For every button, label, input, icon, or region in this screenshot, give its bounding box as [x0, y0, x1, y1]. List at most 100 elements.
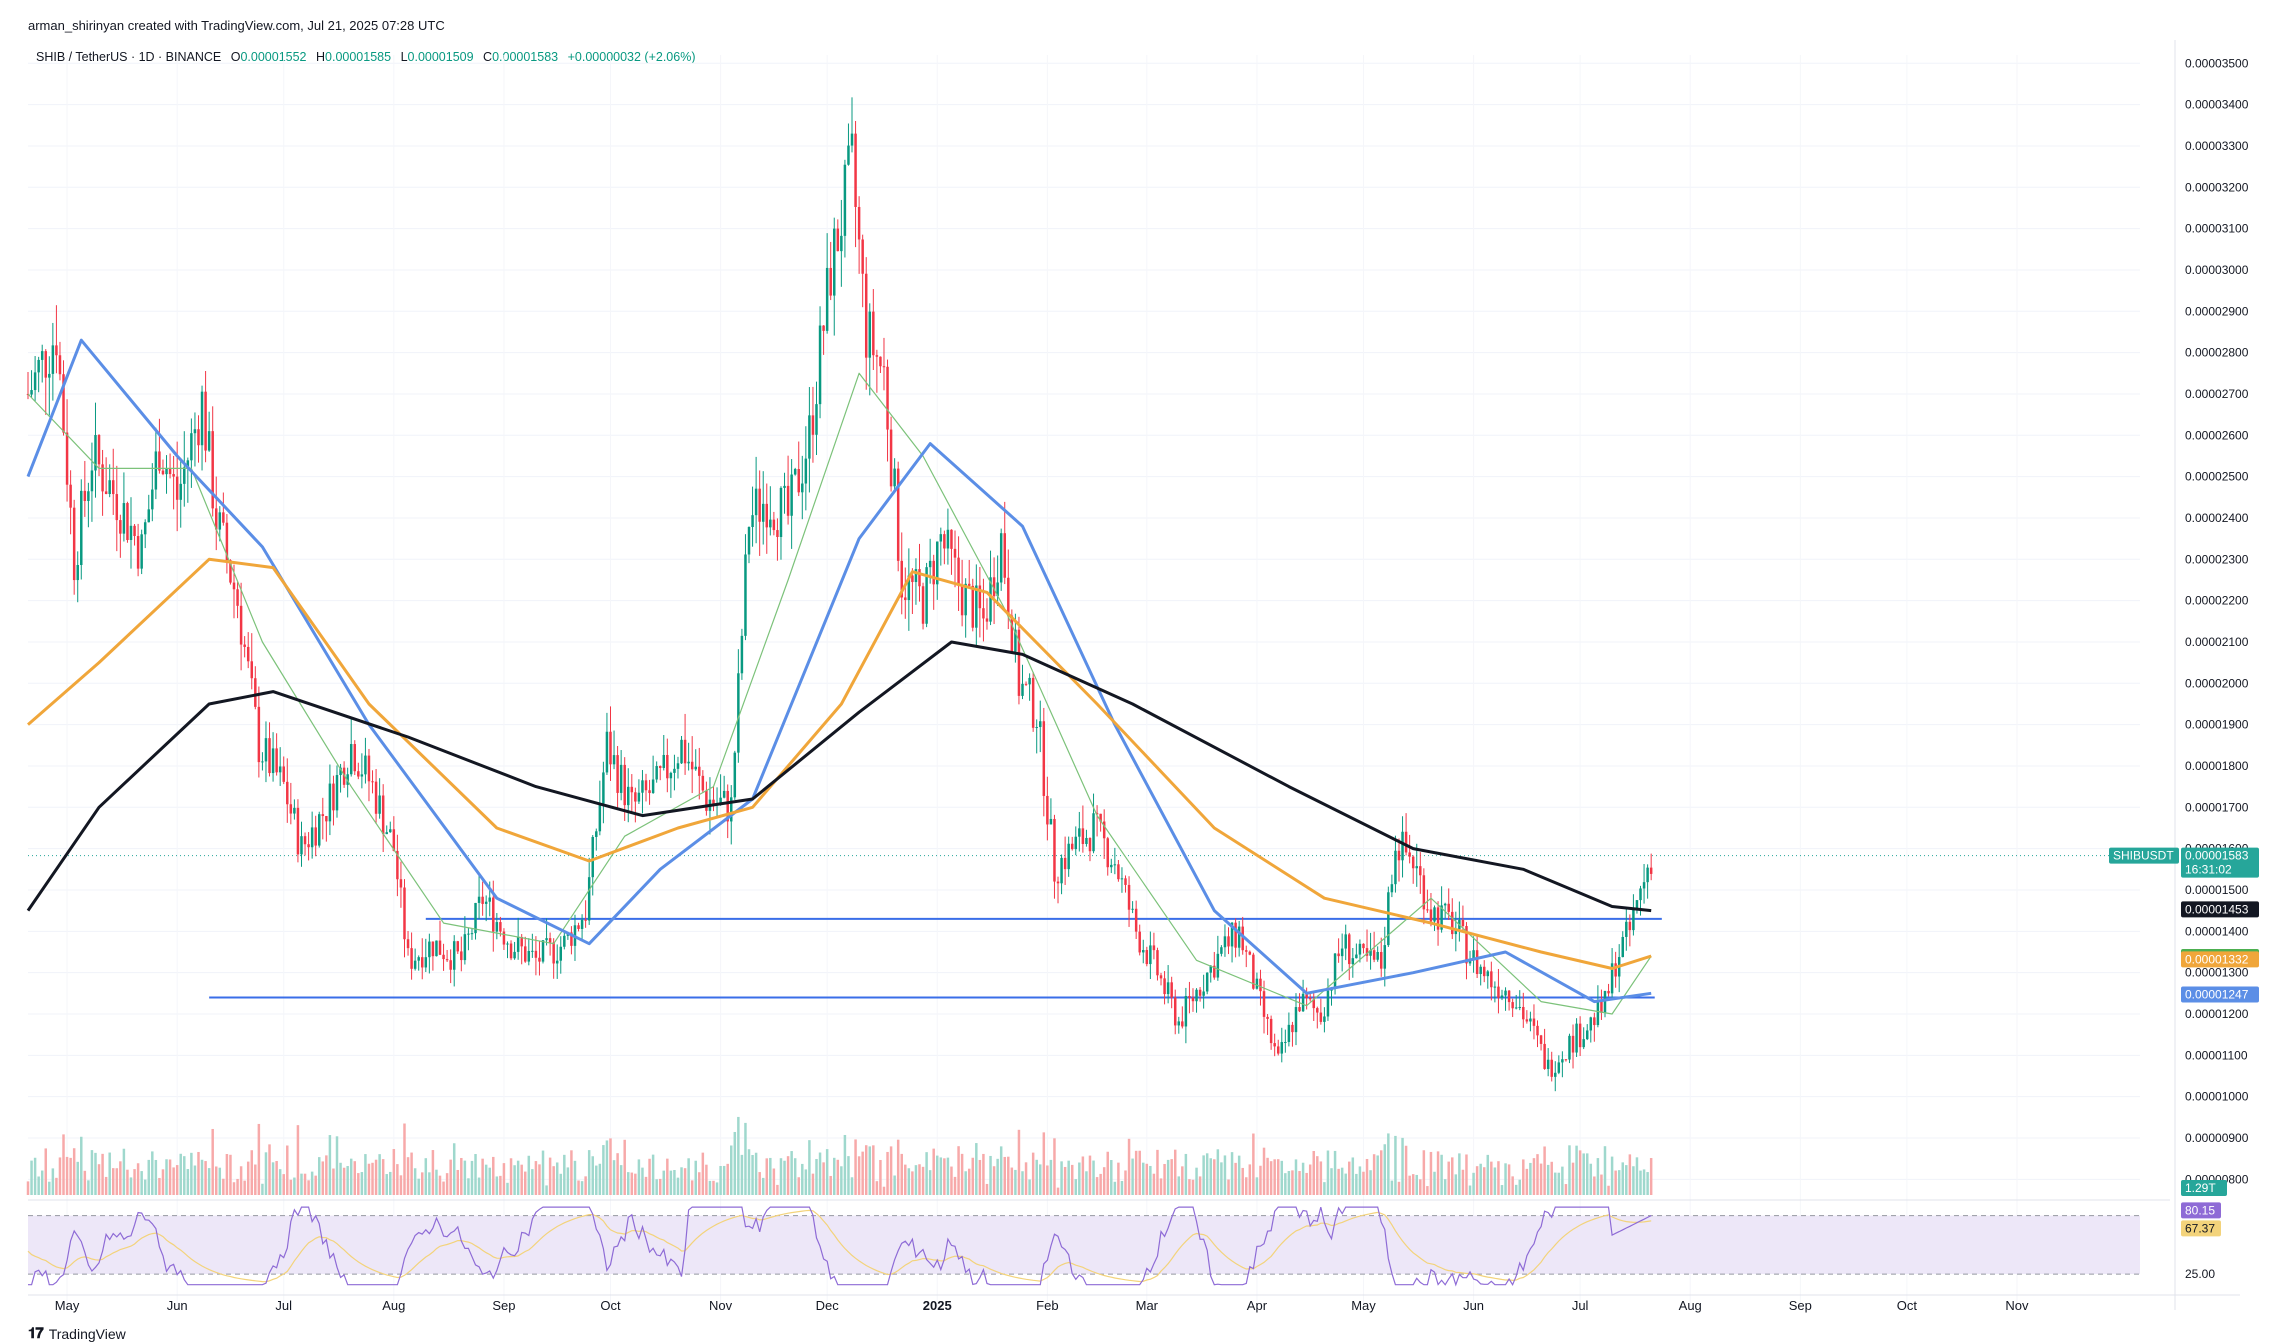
- volume-bar: [975, 1143, 978, 1195]
- volume-bar: [310, 1171, 314, 1195]
- candle-body: [790, 474, 793, 516]
- volume-bar: [911, 1171, 914, 1195]
- volume-bar: [790, 1151, 793, 1195]
- volume-bar: [303, 1173, 307, 1195]
- volume-bar: [1102, 1167, 1106, 1195]
- candle-body: [147, 509, 151, 523]
- candle-body: [1060, 857, 1063, 884]
- volume-bar: [346, 1166, 349, 1195]
- candle-body: [158, 451, 161, 471]
- candle-body: [627, 786, 630, 806]
- candle-body: [516, 936, 520, 952]
- candle-body: [637, 792, 641, 802]
- volume-bar: [271, 1162, 275, 1195]
- volume-bar: [801, 1163, 804, 1195]
- volume-bar: [946, 1157, 950, 1195]
- volume-bar: [1173, 1149, 1177, 1195]
- volume-bar: [389, 1171, 392, 1195]
- candle-body: [1550, 1059, 1553, 1077]
- candle-body: [183, 467, 186, 484]
- candle-body: [349, 744, 353, 775]
- volume-bar: [918, 1164, 921, 1195]
- volume-bar: [985, 1183, 989, 1195]
- volume-bar: [76, 1161, 79, 1195]
- candle-body: [1039, 721, 1042, 728]
- candle-body: [1632, 909, 1635, 931]
- volume-bar: [236, 1178, 239, 1195]
- volume-bar: [232, 1182, 236, 1195]
- candle-body: [854, 133, 857, 207]
- candle-body: [58, 355, 62, 375]
- volume-bar: [499, 1175, 502, 1195]
- volume-bar: [879, 1159, 882, 1195]
- volume-bar: [421, 1172, 424, 1195]
- price-chart[interactable]: 0.00003500 0.00003400 0.00003300 0.00003200…: [0, 0, 2295, 1341]
- candle-body: [87, 491, 90, 502]
- volume-bar: [442, 1181, 445, 1195]
- volume-bar: [286, 1145, 289, 1195]
- volume-bar: [1561, 1166, 1564, 1195]
- volume-bar: [925, 1152, 928, 1195]
- candle-body: [1387, 892, 1390, 946]
- volume-bar: [296, 1125, 300, 1195]
- volume-bar: [1074, 1179, 1078, 1195]
- volume-bar: [1578, 1150, 1582, 1195]
- candle-body: [644, 780, 648, 791]
- volume-bar: [1603, 1146, 1607, 1195]
- volume-bar: [1195, 1167, 1198, 1195]
- volume-bar: [438, 1175, 442, 1195]
- volume-bar: [399, 1175, 403, 1195]
- volume-bar: [424, 1158, 428, 1195]
- volume-bar: [950, 1166, 953, 1195]
- volume-bar: [403, 1123, 406, 1195]
- candle-body: [293, 807, 296, 814]
- candle-body: [559, 946, 563, 961]
- time-tick-label: Jun: [167, 1298, 188, 1313]
- candle-body: [783, 485, 786, 488]
- volume-bar: [662, 1170, 666, 1195]
- volume-bar: [921, 1166, 925, 1195]
- volume-bar: [1440, 1154, 1443, 1195]
- candle-body: [513, 951, 516, 959]
- volume-bar: [1372, 1154, 1376, 1195]
- volume-bar: [797, 1177, 800, 1195]
- candle-body: [410, 948, 413, 969]
- volume-bar: [999, 1146, 1003, 1195]
- volume-bar: [300, 1173, 303, 1195]
- volume-bar: [953, 1176, 957, 1195]
- candle-body: [595, 831, 598, 837]
- volume-bar: [779, 1158, 783, 1195]
- candle-body: [314, 827, 317, 846]
- candle-body: [953, 548, 957, 558]
- candle-body: [502, 931, 506, 945]
- volume-bar: [861, 1151, 864, 1195]
- volume-bar: [1507, 1164, 1511, 1195]
- volume-bar: [1209, 1158, 1212, 1195]
- candle-body: [1571, 1035, 1575, 1053]
- volume-bar: [730, 1145, 733, 1195]
- volume-bar: [1429, 1151, 1433, 1195]
- volume-bar: [1280, 1160, 1284, 1195]
- candle-body: [1177, 1021, 1181, 1026]
- volume-bar: [62, 1134, 65, 1195]
- volume-bar: [811, 1173, 815, 1195]
- candle-body: [605, 731, 609, 773]
- candle-body: [1578, 1023, 1582, 1048]
- volume-bar: [211, 1128, 214, 1195]
- volume-bar: [698, 1172, 701, 1195]
- volume-bar: [541, 1150, 545, 1195]
- volume-bar: [1593, 1176, 1596, 1195]
- volume-bar: [939, 1157, 943, 1195]
- price-tick-label: 0.00002700: [2185, 387, 2249, 401]
- candle-body: [658, 766, 662, 768]
- candle-body: [1067, 843, 1070, 870]
- candle-body: [808, 415, 811, 459]
- volume-bar: [992, 1166, 996, 1195]
- volume-bar: [1447, 1161, 1450, 1195]
- volume-bar: [577, 1180, 580, 1195]
- volume-bar: [55, 1177, 58, 1195]
- candle-body: [1074, 836, 1078, 850]
- volume-bar: [470, 1160, 474, 1195]
- tradingview-logo[interactable]: 𝟏𝟕 TradingView: [28, 1325, 126, 1342]
- candle-body: [261, 761, 264, 763]
